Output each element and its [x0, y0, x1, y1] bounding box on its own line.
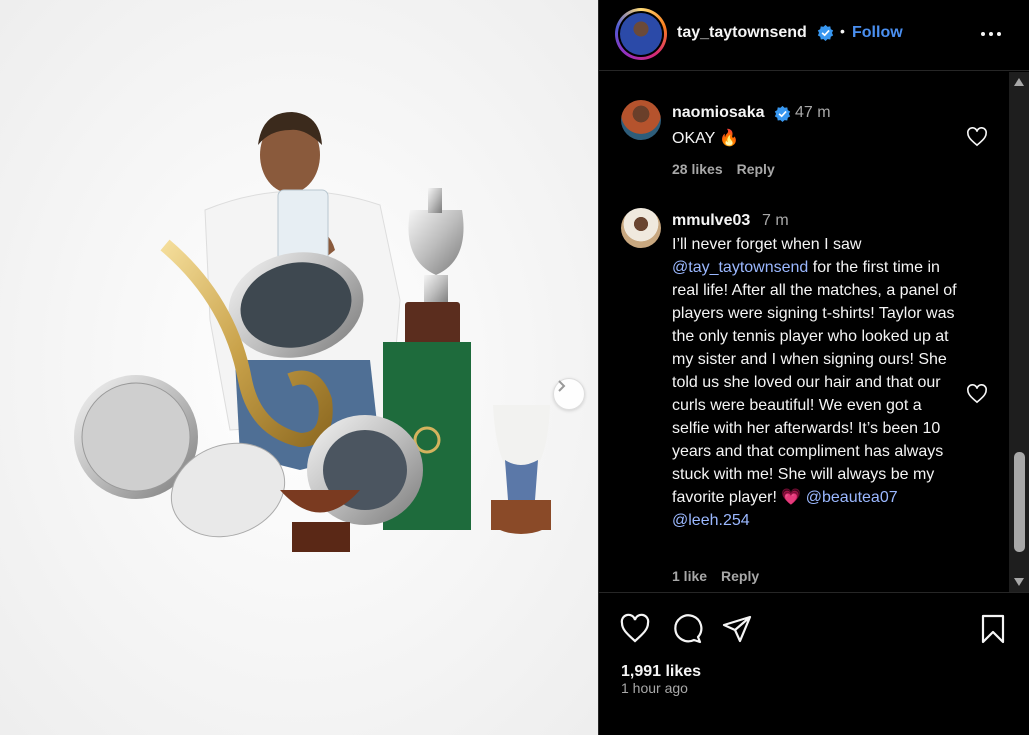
separator-dot: •: [840, 23, 845, 39]
author-avatar[interactable]: [615, 8, 667, 60]
comment-likes[interactable]: 28 likes: [672, 161, 723, 177]
post-likes-count[interactable]: 1,991 likes: [621, 663, 701, 681]
heart-icon[interactable]: [619, 613, 651, 645]
comment-text: I’ll never forget when I saw @tay_taytow…: [672, 233, 962, 532]
comment-time: 7 m: [762, 212, 789, 229]
heart-icon[interactable]: [966, 384, 988, 404]
scroll-down-arrow[interactable]: [1014, 578, 1024, 586]
follow-button[interactable]: Follow: [852, 24, 903, 42]
comment-text: OKAY 🔥: [672, 130, 740, 147]
commenter-avatar[interactable]: [621, 208, 661, 248]
next-image-button[interactable]: [553, 378, 585, 410]
reply-button[interactable]: Reply: [737, 161, 775, 177]
trophy-photo-illustration: [0, 0, 598, 735]
comment-username[interactable]: mmulve03: [672, 212, 750, 230]
verified-icon: [774, 105, 791, 122]
comment-meta: 28 likes Reply: [672, 161, 775, 177]
share-icon[interactable]: [721, 613, 753, 645]
comment-text-part: I’ll never forget when I saw: [672, 236, 862, 253]
mention-link[interactable]: @tay_taytownsend: [672, 259, 808, 276]
comment-time: 47 m: [795, 104, 831, 121]
comment-icon[interactable]: [671, 613, 703, 645]
post-sidebar: tay_taytownsend • Follow naomiosaka 47 m…: [598, 0, 1029, 735]
comments-scrollbar[interactable]: [1009, 72, 1029, 592]
verified-icon: [817, 24, 834, 41]
comment-likes[interactable]: 1 like: [672, 568, 707, 584]
comment-meta: 1 like Reply: [672, 568, 759, 584]
comments-list[interactable]: naomiosaka 47 m OKAY 🔥 28 likes Reply mmu…: [599, 72, 1009, 592]
author-username[interactable]: tay_taytownsend: [677, 24, 807, 42]
reply-button[interactable]: Reply: [721, 568, 759, 584]
bookmark-icon[interactable]: [977, 613, 1009, 645]
more-icon[interactable]: [981, 24, 1005, 44]
chevron-right-icon: [558, 380, 566, 392]
post-photo[interactable]: [0, 0, 598, 735]
mention-link[interactable]: @leeh.254: [672, 512, 750, 529]
commenter-avatar[interactable]: [621, 100, 661, 140]
scroll-thumb[interactable]: [1014, 452, 1025, 552]
mention-link[interactable]: @beautea07: [806, 489, 898, 506]
heart-icon[interactable]: [966, 127, 988, 147]
comment-username[interactable]: naomiosaka: [672, 104, 764, 122]
scroll-up-arrow[interactable]: [1014, 78, 1024, 86]
comment-text-part: for the first time in real life! After a…: [672, 259, 957, 506]
post-header: tay_taytownsend • Follow: [599, 0, 1029, 71]
post-timestamp: 1 hour ago: [621, 680, 688, 696]
